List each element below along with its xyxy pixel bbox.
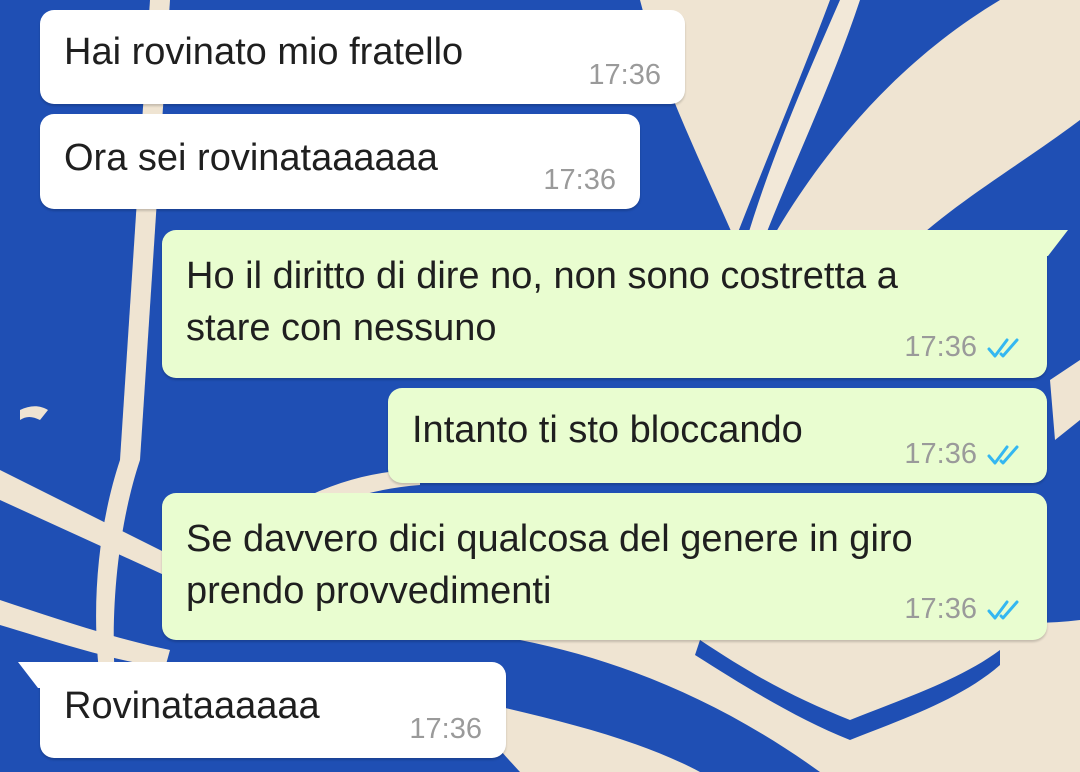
message-text: Hai rovinato mio fratello (64, 31, 464, 73)
message-time: 17:36 (904, 593, 977, 625)
bubble-tail (18, 662, 48, 688)
message-incoming[interactable]: Hai rovinato mio fratello 17:36 (40, 10, 685, 104)
bubble-tail (1038, 230, 1068, 256)
double-check-icon (987, 445, 1019, 464)
message-time: 17:36 (543, 164, 616, 196)
message-incoming[interactable]: Rovinataaaaaa 17:36 (40, 662, 506, 758)
message-meta: 17:36 (904, 440, 1023, 469)
message-outgoing[interactable]: Ho il diritto di dire no, non sono costr… (162, 230, 1047, 378)
message-meta: 17:36 (543, 166, 616, 195)
message-meta: 17:36 (904, 333, 1023, 362)
message-meta: 17:36 (588, 61, 661, 90)
message-time: 17:36 (904, 331, 977, 363)
message-meta: 17:36 (904, 595, 1023, 624)
double-check-icon (987, 600, 1019, 619)
message-time: 17:36 (588, 59, 661, 91)
message-text: Ho il diritto di dire no, non sono costr… (186, 255, 898, 349)
message-meta: 17:36 (409, 715, 482, 744)
message-outgoing[interactable]: Intanto ti sto bloccando 17:36 (388, 388, 1047, 483)
message-text: Ora sei rovinataaaaaa (64, 137, 438, 179)
message-text: Se davvero dici qualcosa del genere in g… (186, 518, 913, 612)
message-text: Rovinataaaaaa (64, 685, 320, 727)
message-outgoing[interactable]: Se davvero dici qualcosa del genere in g… (162, 493, 1047, 640)
message-time: 17:36 (409, 713, 482, 745)
double-check-icon (987, 338, 1019, 357)
message-text: Intanto ti sto bloccando (412, 409, 803, 451)
message-incoming[interactable]: Ora sei rovinataaaaaa 17:36 (40, 114, 640, 209)
message-time: 17:36 (904, 438, 977, 470)
